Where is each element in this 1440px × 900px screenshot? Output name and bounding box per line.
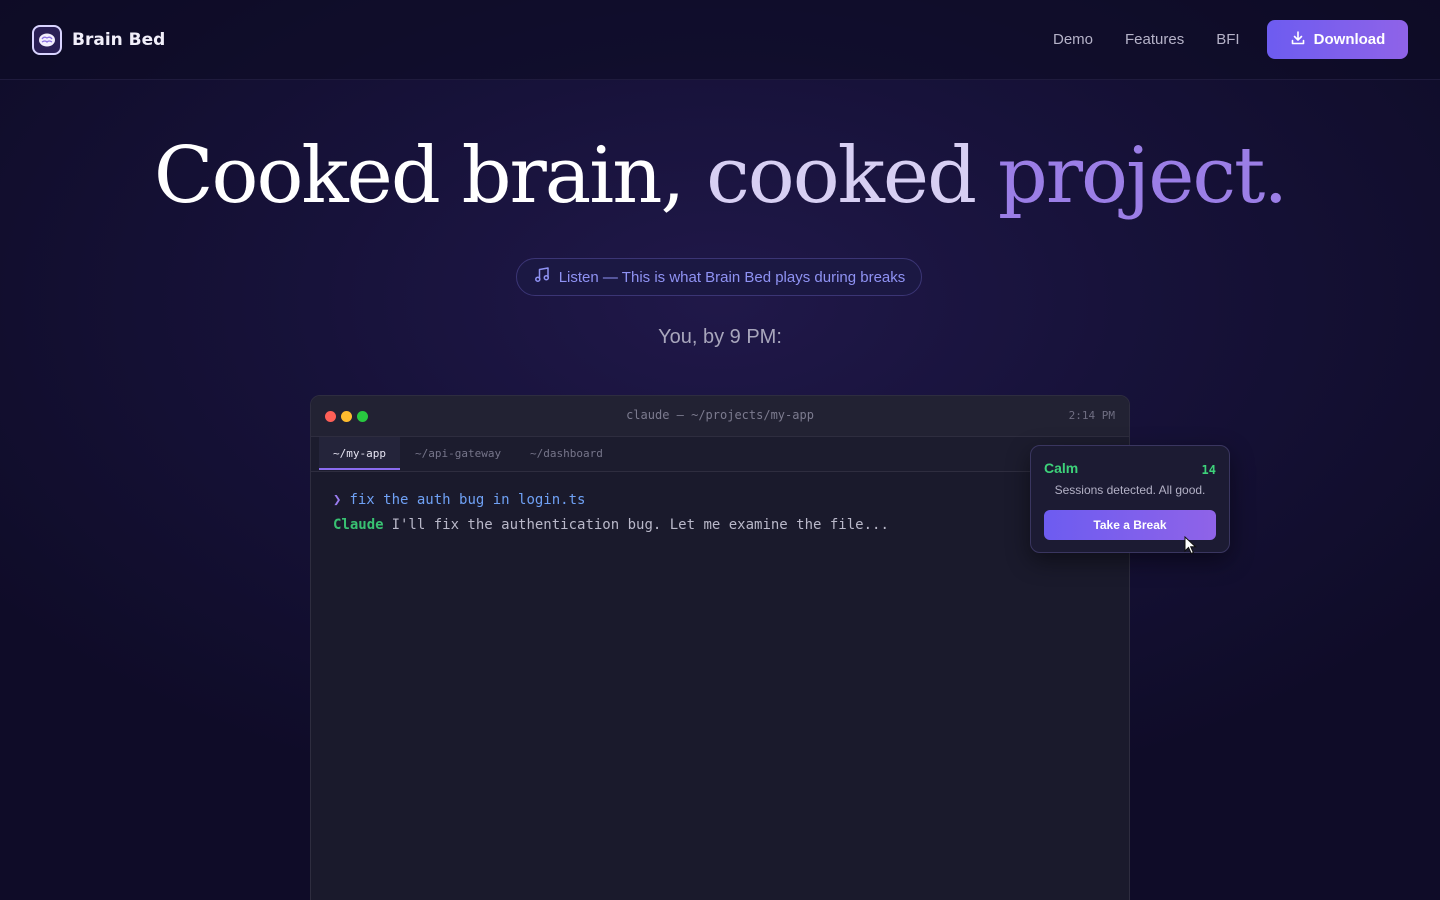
prompt-arrow-icon: ❯ <box>333 492 342 508</box>
mouse-pointer-icon <box>1184 535 1198 560</box>
nav-link-bfi[interactable]: BFI <box>1216 30 1239 50</box>
response-label: Claude <box>333 517 384 533</box>
hero-title: Cooked brain, cooked project. <box>0 126 1440 226</box>
nav-link-features[interactable]: Features <box>1125 30 1184 50</box>
terminal-window: claude — ~/projects/my-app 2:14 PM ~/my-… <box>310 395 1130 900</box>
command-text: fix the auth bug in login.ts <box>349 492 586 508</box>
listen-button[interactable]: Listen — This is what Brain Bed plays du… <box>516 258 922 296</box>
hero-title-part-1: Cooked brain, <box>153 131 685 221</box>
response-text: I'll fix the authentication bug. Let me … <box>391 517 889 533</box>
terminal-body[interactable]: ❯ fix the auth bug in login.ts Claude I'll… <box>311 472 1129 554</box>
terminal-titlebar: claude — ~/projects/my-app 2:14 PM <box>311 396 1129 437</box>
status-popup: Calm 14 Sessions detected. All good. Tak… <box>1030 445 1230 553</box>
download-icon <box>1290 30 1306 50</box>
brand[interactable]: Brain Bed <box>32 24 165 56</box>
brain-logo-icon <box>32 25 62 55</box>
nav-link-demo[interactable]: Demo <box>1053 30 1093 50</box>
response-line: Claude I'll fix the authentication bug. L… <box>333 513 1107 538</box>
hero-title-part-3: project. <box>997 131 1288 221</box>
music-note-icon <box>533 266 551 288</box>
hero-title-part-2: cooked <box>706 131 977 221</box>
status-label: Calm <box>1044 460 1079 476</box>
tab-my-app[interactable]: ~/my-app <box>319 437 400 470</box>
download-label: Download <box>1313 31 1386 48</box>
hero-subtitle: You, by 9 PM: <box>658 326 782 348</box>
command-line: ❯ fix the auth bug in login.ts <box>333 488 1107 513</box>
status-message: Sessions detected. All good. <box>1054 483 1206 497</box>
listen-label: Listen — This is what Brain Bed plays du… <box>558 268 906 286</box>
session-count: 14 <box>1201 463 1216 477</box>
download-button[interactable]: Download <box>1267 20 1408 59</box>
tab-api-gateway[interactable]: ~/api-gateway <box>401 437 515 470</box>
terminal-clock: 2:14 PM <box>1068 409 1115 422</box>
terminal-tabs: ~/my-app ~/api-gateway ~/dashboard <box>311 437 1129 472</box>
terminal-title: claude — ~/projects/my-app <box>626 408 814 422</box>
take-break-label: Take a Break <box>1093 518 1167 532</box>
nav-links: Demo Features BFI <box>1053 30 1240 50</box>
tab-dashboard[interactable]: ~/dashboard <box>516 437 617 470</box>
brand-name: Brain Bed <box>72 30 166 50</box>
top-nav: Brain Bed Demo Features BFI Download <box>0 0 1440 80</box>
